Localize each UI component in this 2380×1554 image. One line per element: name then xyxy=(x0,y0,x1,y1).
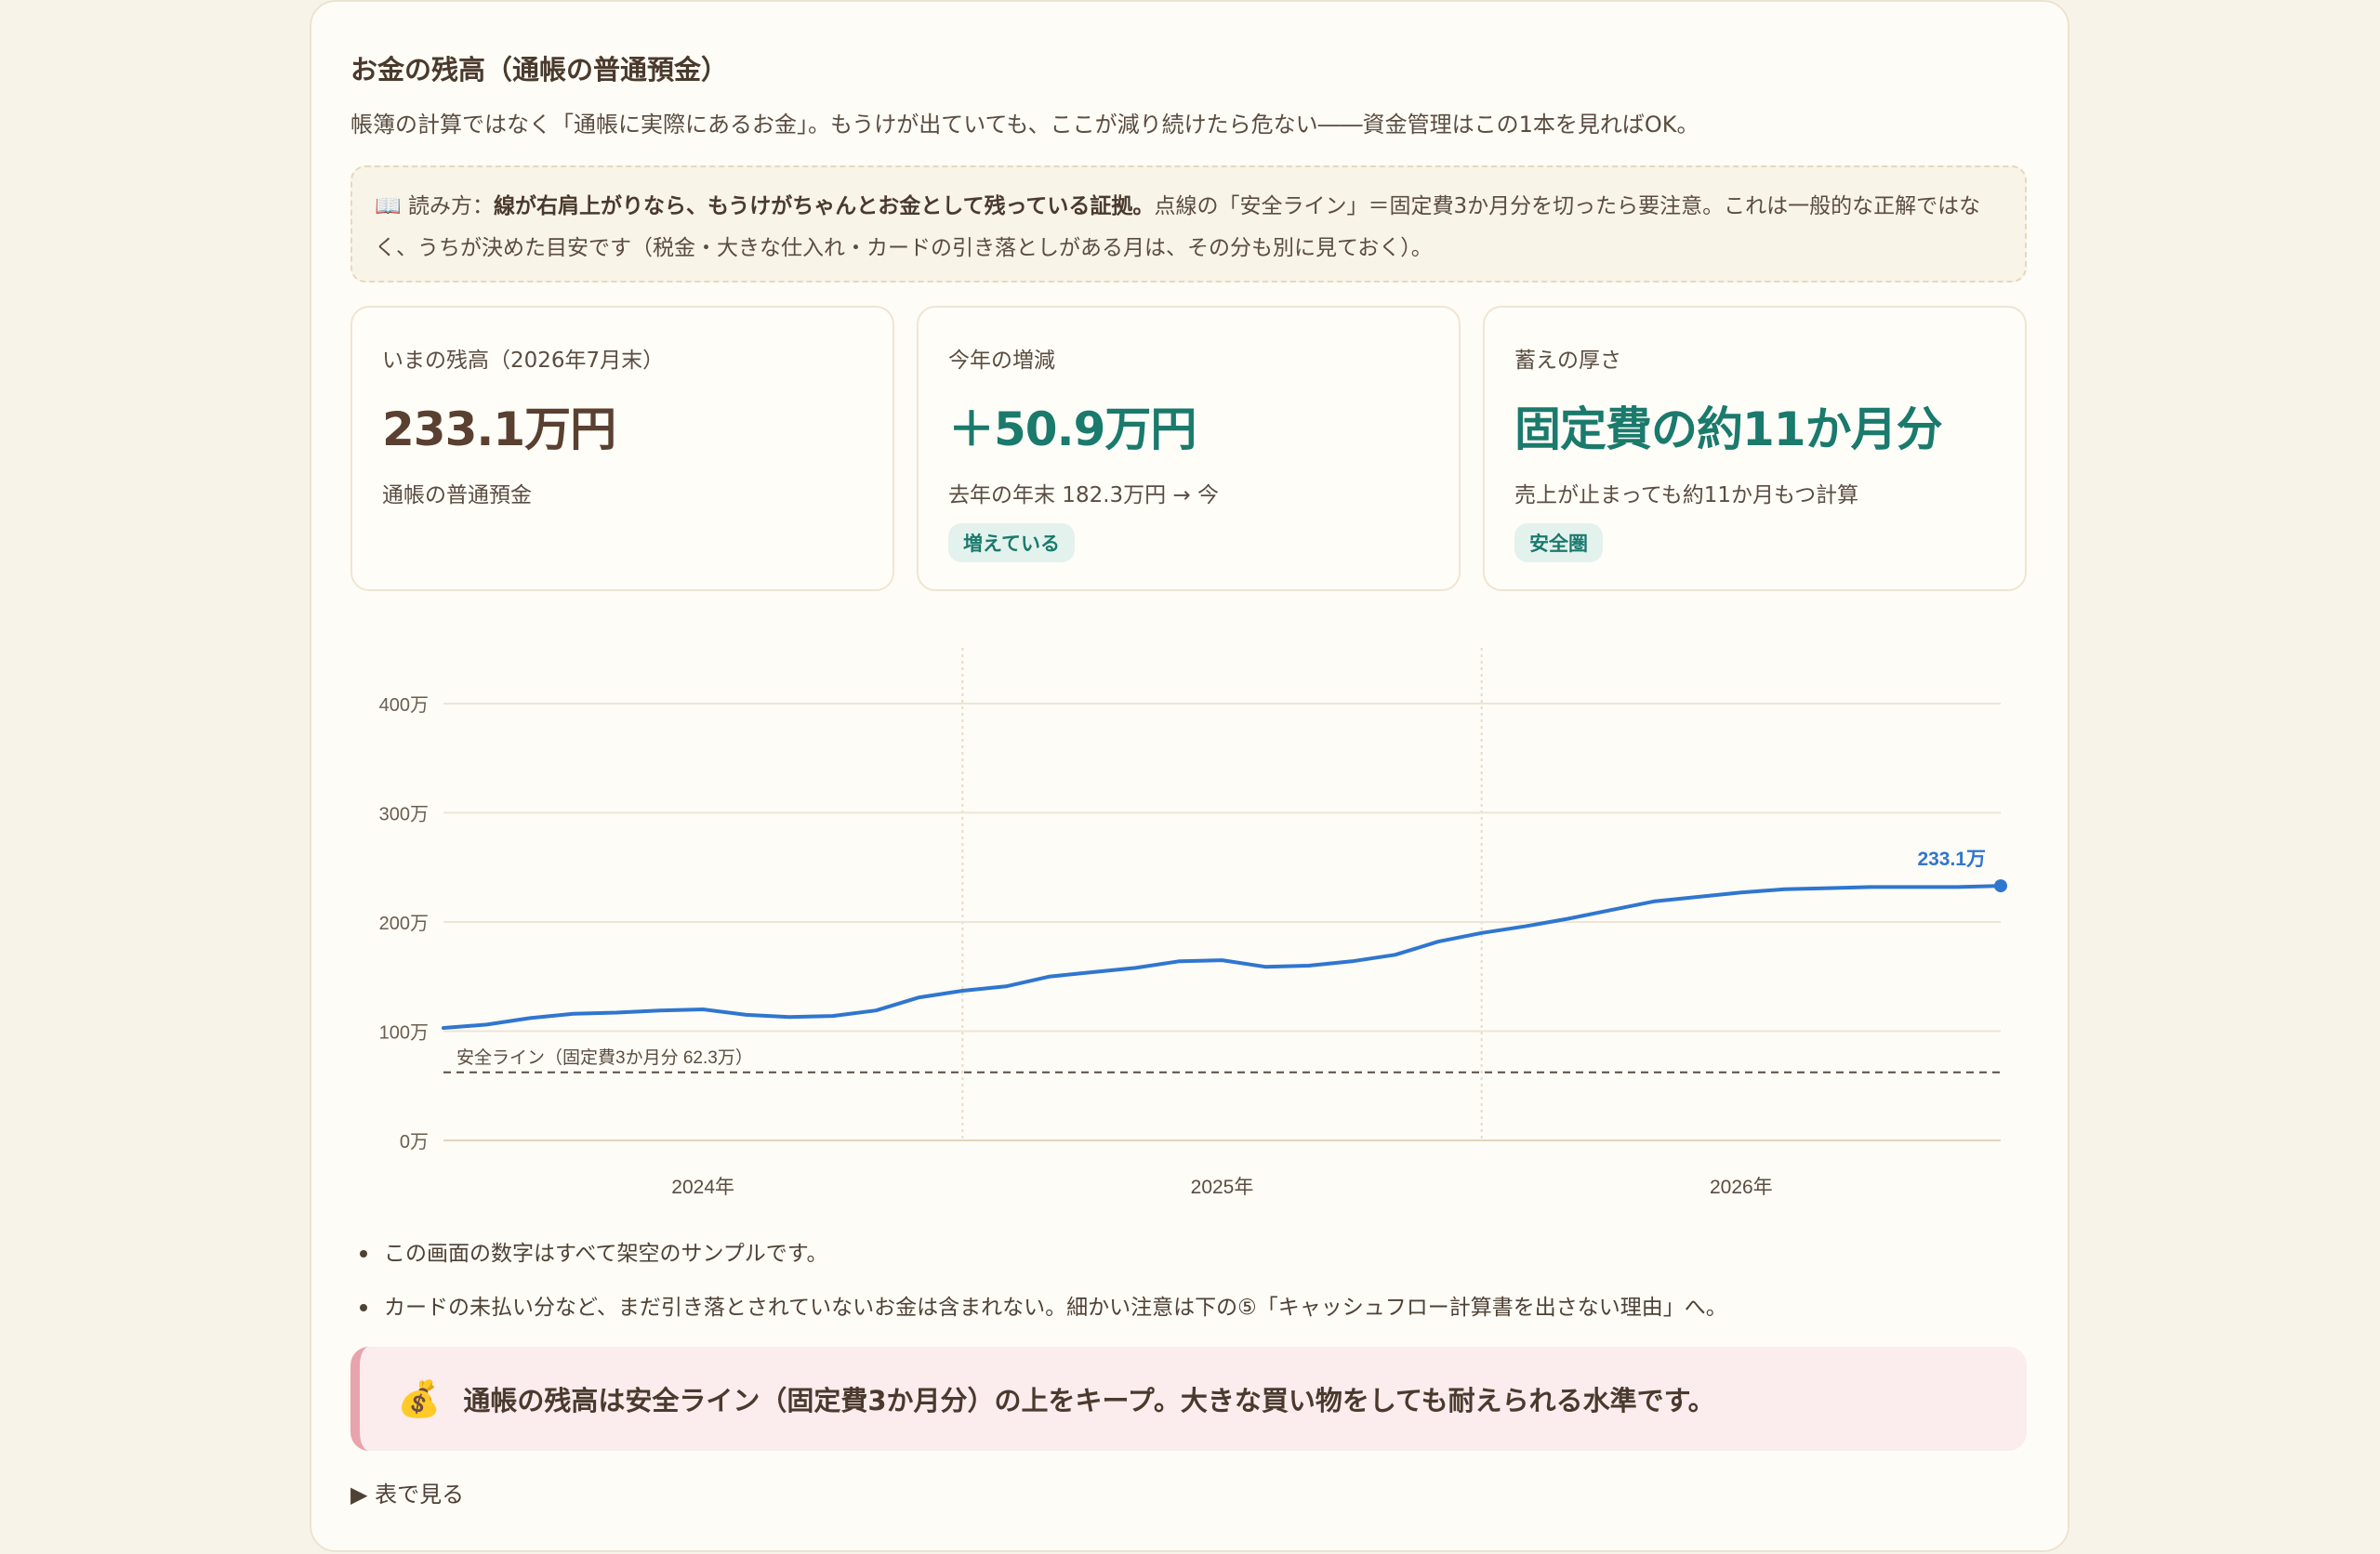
summary-callout: 💰 通帳の残高は安全ライン（固定費3か月分）の上をキープ。大きな買い物をしても耐… xyxy=(350,1347,2027,1451)
section-subtitle: 帳簿の計算ではなく「通帳に実際にあるお金」。もうけが出ていても、ここが減り続けた… xyxy=(350,112,1699,138)
x-tick-label: 2026年 xyxy=(1710,1177,1773,1198)
kpi-yearly-change: 今年の増減 ＋50.9万円 去年の年末 182.3万円 → 今 増えている xyxy=(917,306,1461,591)
callout-text: 通帳の残高は安全ライン（固定費3か月分）の上をキープ。大きな買い物をしても耐えら… xyxy=(463,1385,1715,1416)
how-to-read-emphasis: 線が右肩上がりなら、もうけがちゃんとお金として残っている証拠。 xyxy=(493,194,1155,218)
notes-list: この画面の数字はすべて架空のサンプルです。 カードの未払い分など、まだ引き落とさ… xyxy=(360,1227,1727,1335)
how-to-read-box: 📖 読み方：線が右肩上がりなら、もうけがちゃんとお金として残っている証拠。点線の… xyxy=(350,165,2027,283)
kpi-label: 今年の増減 xyxy=(948,349,1055,373)
x-tick-label: 2025年 xyxy=(1191,1177,1254,1198)
y-tick-label: 400万 xyxy=(379,695,429,716)
kpi-reserve-depth: 蓄えの厚さ 固定費の約11か月分 売上が止まっても約11か月もつ計算 安全圏 xyxy=(1483,306,2027,591)
safety-line-label: 安全ライン（固定費3か月分 62.3万） xyxy=(456,1047,753,1068)
y-tick-label: 100万 xyxy=(379,1023,429,1044)
book-icon: 📖 読み方： xyxy=(375,194,494,218)
end-value-label: 233.1万 xyxy=(1917,849,1986,870)
kpi-current-balance: いまの残高（2026年7月末） 233.1万円 通帳の普通預金 xyxy=(350,306,894,591)
data-point xyxy=(1994,879,2007,893)
status-badge: 安全圏 xyxy=(1514,523,1603,562)
list-item: この画面の数字はすべて架空のサンプルです。 xyxy=(360,1227,1727,1281)
list-item: カードの未払い分など、まだ引き落とされていないお金は含まれない。細かい注意は下の… xyxy=(360,1281,1727,1335)
balance-line-chart: 0万 100万 200万 300万 400万 2024年 2025年 2026年 安全ライン（固… xyxy=(379,648,2007,1198)
x-tick-label: 2024年 xyxy=(671,1177,734,1198)
section-title: お金の残高（通帳の普通預金） xyxy=(350,54,729,86)
y-tick-label: 300万 xyxy=(379,805,429,825)
kpi-value: ＋50.9万円 xyxy=(948,402,1197,456)
kpi-note: 去年の年末 182.3万円 → 今 xyxy=(948,483,1220,507)
series-line xyxy=(442,884,2003,1030)
kpi-value: 固定費の約11か月分 xyxy=(1514,402,1943,456)
kpi-value: 233.1万円 xyxy=(382,402,616,456)
balance-card: お金の残高（通帳の普通預金） 帳簿の計算ではなく「通帳に実際にあるお金」。もうけ… xyxy=(310,0,2069,1552)
kpi-note: 売上が止まっても約11か月もつ計算 xyxy=(1514,483,1859,507)
status-badge: 増えている xyxy=(948,523,1075,562)
y-tick-label: 0万 xyxy=(400,1132,429,1152)
y-tick-label: 200万 xyxy=(379,914,429,934)
kpi-label: 蓄えの厚さ xyxy=(1514,349,1621,373)
kpi-note: 通帳の普通預金 xyxy=(382,483,532,507)
money-bag-icon: 💰 xyxy=(397,1377,442,1419)
kpi-label: いまの残高（2026年7月末） xyxy=(382,349,665,373)
show-table-toggle[interactable]: ▶ 表で見る xyxy=(350,1476,464,1508)
